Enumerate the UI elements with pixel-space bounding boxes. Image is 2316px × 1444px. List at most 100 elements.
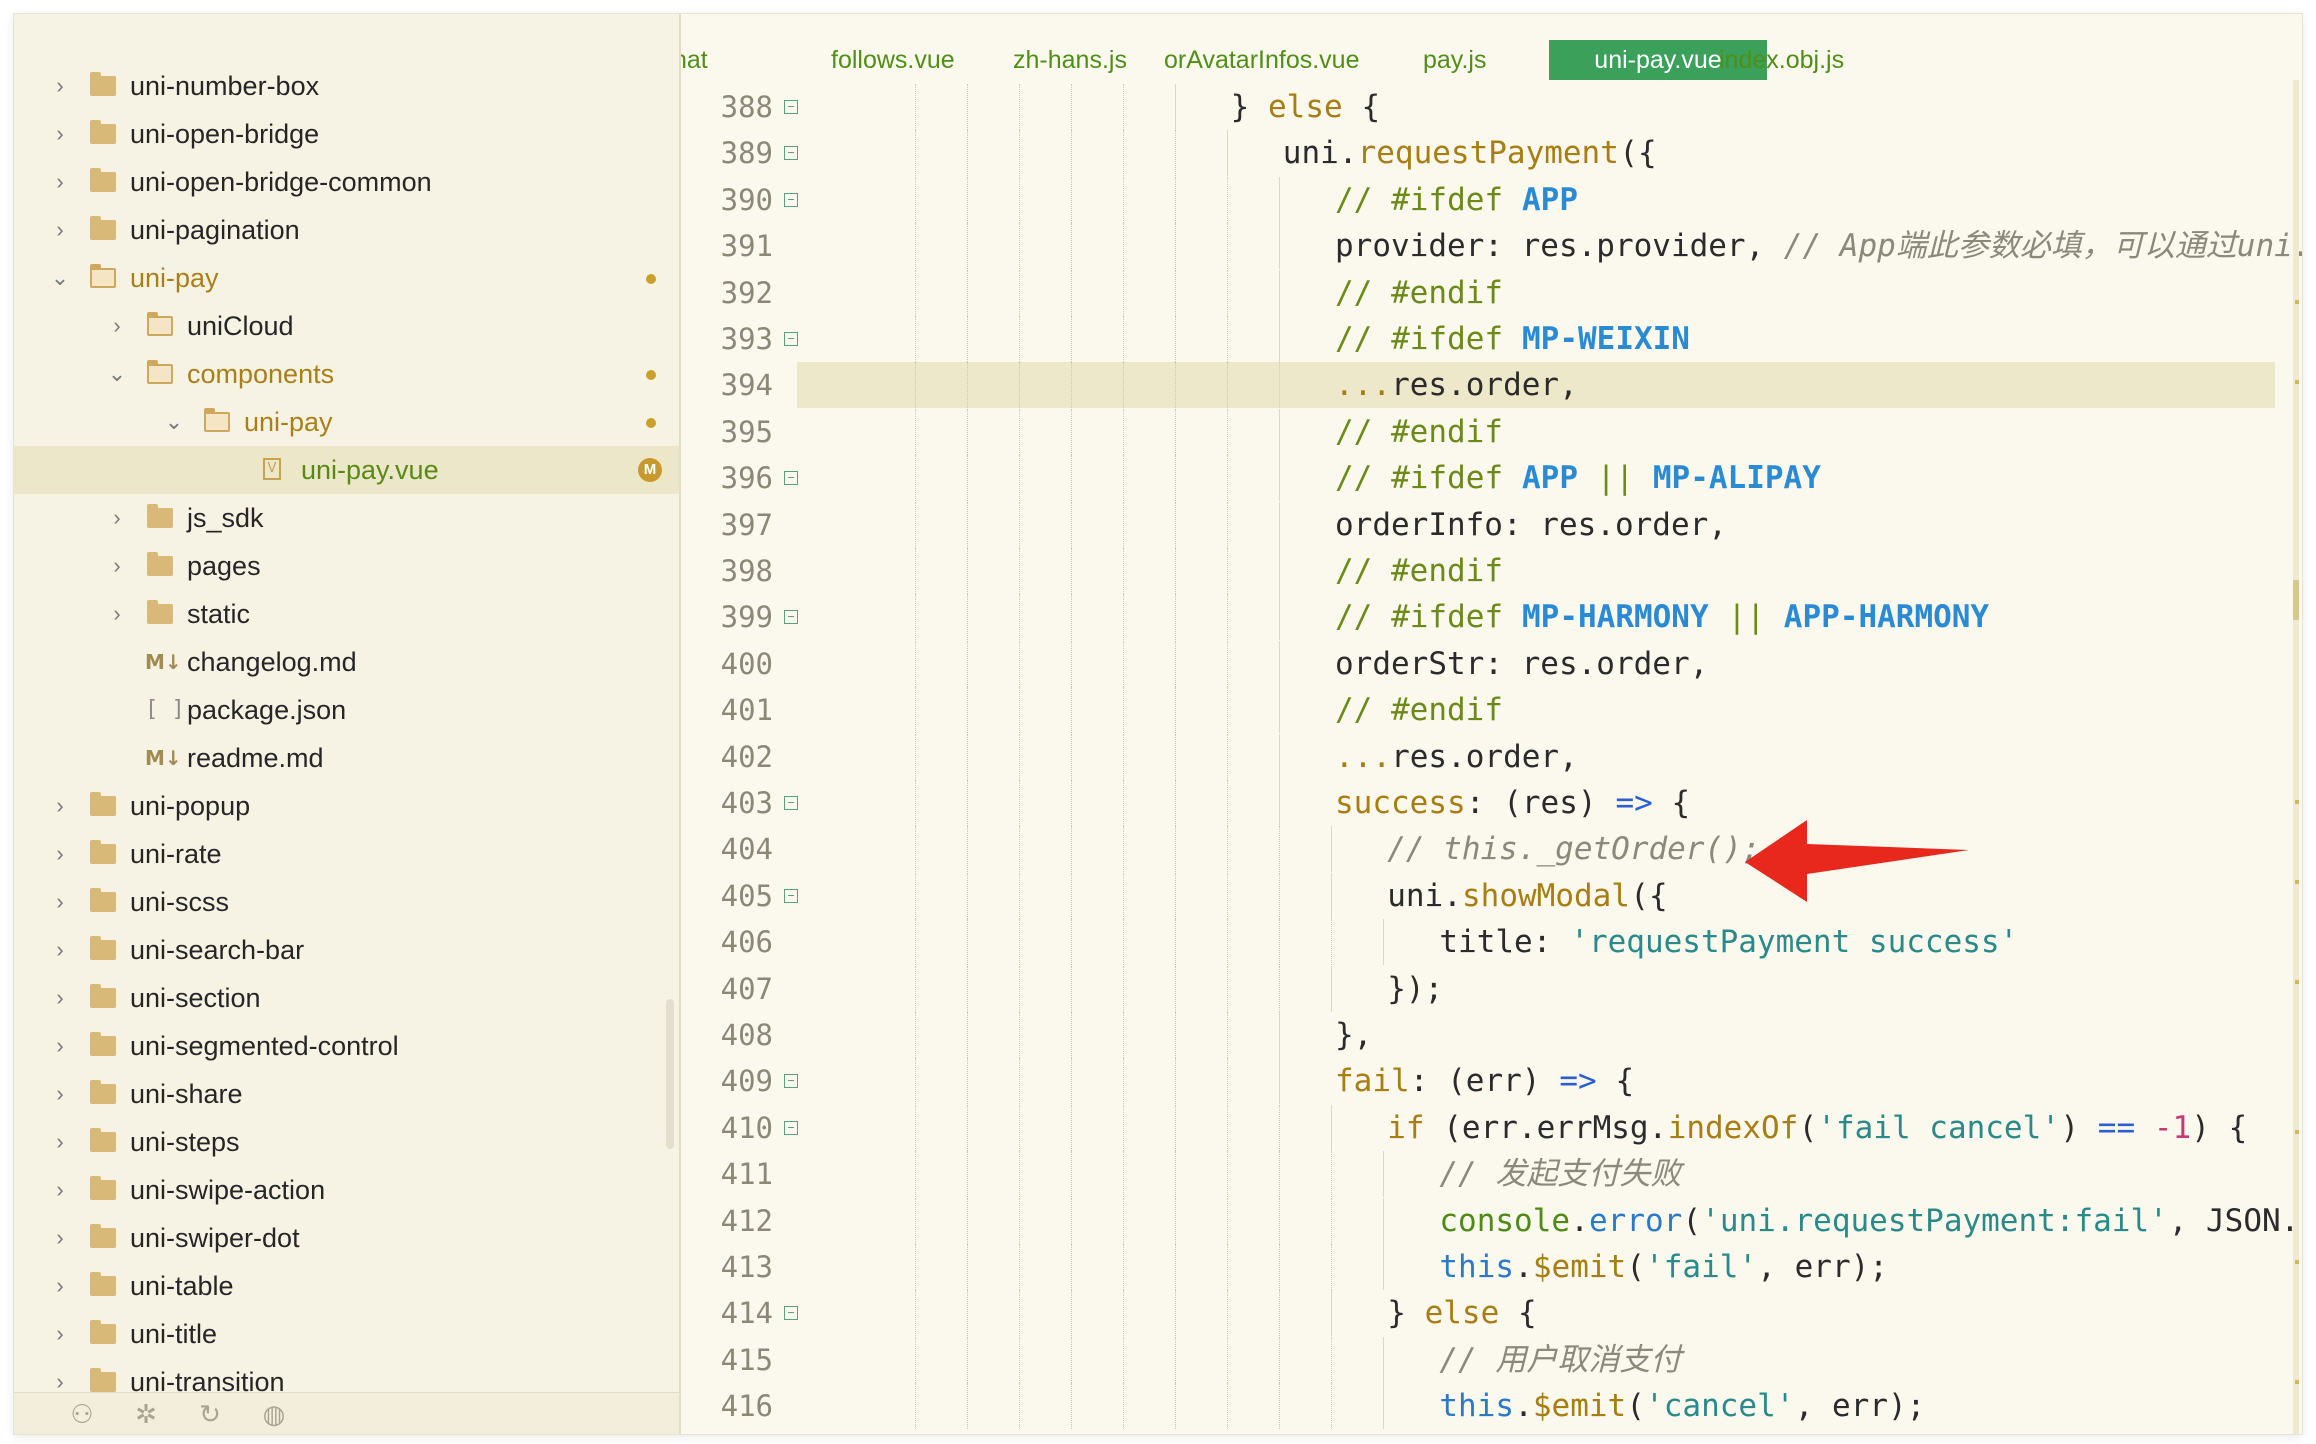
chevron-right-icon[interactable]: ›: [48, 974, 72, 1022]
code-line[interactable]: 398 // #endif: [681, 548, 2302, 594]
code-line[interactable]: 411 // 发起支付失败: [681, 1151, 2302, 1198]
chevron-right-icon[interactable]: ›: [48, 1022, 72, 1070]
chevron-right-icon[interactable]: ›: [105, 494, 129, 542]
tree-item[interactable]: › uni-search-bar: [14, 926, 679, 974]
code-line[interactable]: 409 fail: (err) => {: [681, 1058, 2302, 1105]
tree-item[interactable]: › uni-swipe-action: [14, 1166, 679, 1214]
code-line[interactable]: 394... res.order,: [681, 362, 2302, 409]
chevron-right-icon[interactable]: ›: [48, 1070, 72, 1118]
code-line[interactable]: 395 // #endif: [681, 408, 2302, 455]
tree-item[interactable]: ⌄ uni-pay: [14, 254, 679, 302]
chevron-right-icon[interactable]: ›: [48, 158, 72, 206]
chevron-right-icon[interactable]: ›: [48, 206, 72, 254]
fold-toggle-icon[interactable]: [784, 1074, 798, 1089]
tree-item[interactable]: M↓ changelog.md: [14, 638, 679, 686]
editor-tab[interactable]: pay.js: [1423, 40, 1486, 80]
refresh-icon[interactable]: ↻: [194, 1399, 226, 1429]
chevron-right-icon[interactable]: ›: [48, 830, 72, 878]
fold-toggle-icon[interactable]: [784, 1120, 798, 1135]
tree-item[interactable]: › uni-number-box: [14, 62, 679, 110]
tree-item[interactable]: › uni-scss: [14, 878, 679, 926]
code-line[interactable]: 392 // #endif: [681, 269, 2302, 316]
tree-item[interactable]: › js_sdk: [14, 494, 679, 542]
editor-tab[interactable]: zh-hans.js: [1013, 40, 1127, 80]
code-line[interactable]: 397 orderInfo: res.order,: [681, 501, 2302, 548]
bug-icon[interactable]: ✲: [130, 1399, 162, 1429]
tree-item[interactable]: › uni-steps: [14, 1118, 679, 1166]
editor-tab[interactable]: orAvatarInfos.vue: [1164, 40, 1359, 80]
fold-toggle-icon[interactable]: [784, 332, 798, 346]
tree-item[interactable]: ⌄ components: [14, 350, 679, 398]
tree-item[interactable]: › uni-rate: [14, 830, 679, 878]
fold-toggle-icon[interactable]: [784, 610, 798, 625]
tree-item[interactable]: › uni-table: [14, 1262, 679, 1310]
chevron-right-icon[interactable]: ›: [48, 62, 72, 110]
tree-item[interactable]: › uniCloud: [14, 302, 679, 350]
code-line[interactable]: 403 success: (res) => {: [681, 780, 2302, 826]
code-area[interactable]: 388} else {389 uni. requestPayment({390// …: [681, 80, 2302, 1434]
tree-item[interactable]: › uni-swiper-dot: [14, 1214, 679, 1262]
code-line[interactable]: 400 orderStr: res.order,: [681, 640, 2302, 687]
code-line[interactable]: 391 provider: res.provider, // App端此参数必填，…: [681, 223, 2302, 270]
tree-item[interactable]: uni-pay.vue M: [14, 446, 679, 494]
code-line[interactable]: 413 this. $emit('fail', err);: [681, 1244, 2302, 1290]
tree-item[interactable]: › uni-segmented-control: [14, 1022, 679, 1070]
code-line[interactable]: 390 // #ifdef APP: [681, 176, 2302, 223]
fold-toggle-icon[interactable]: [784, 1306, 798, 1321]
overview-ruler-thumb[interactable]: [2293, 580, 2299, 620]
editor-tab[interactable]: follows.vue: [831, 40, 955, 80]
code-line[interactable]: 407});: [681, 965, 2302, 1012]
chevron-right-icon[interactable]: ›: [48, 1310, 72, 1358]
tree-item[interactable]: › uni-share: [14, 1070, 679, 1118]
tree-item[interactable]: › uni-pagination: [14, 206, 679, 254]
code-line[interactable]: 399 // #ifdef MP-HARMONY || APP-HARMONY: [681, 594, 2302, 641]
chevron-right-icon[interactable]: ›: [48, 1118, 72, 1166]
code-line[interactable]: 402... res.order,: [681, 733, 2302, 780]
code-line[interactable]: 415 // 用户取消支付: [681, 1336, 2302, 1383]
editor-tab[interactable]: index.obj.js: [1719, 40, 1844, 80]
code-line[interactable]: 404 // this._getOrder();: [681, 826, 2302, 873]
code-editor[interactable]: hat follows.vue zh-hans.js orAvatarInfos.vu…: [681, 14, 2302, 1434]
fold-toggle-icon[interactable]: [784, 888, 798, 903]
chevron-down-icon[interactable]: ⌄: [162, 398, 186, 446]
code-line[interactable]: 412 console. error('uni.requestPayment:fai…: [681, 1197, 2302, 1244]
code-line[interactable]: 406 title: 'requestPayment success': [681, 919, 2302, 966]
fold-toggle-icon[interactable]: [784, 146, 798, 161]
code-line[interactable]: 414} else {: [681, 1290, 2302, 1337]
code-line[interactable]: 401 // #endif: [681, 687, 2302, 734]
chevron-right-icon[interactable]: ›: [48, 926, 72, 974]
globe-icon[interactable]: ◍: [258, 1399, 290, 1429]
code-line[interactable]: 393 // #ifdef MP-WEIXIN: [681, 316, 2302, 362]
tree-item[interactable]: › uni-title: [14, 1310, 679, 1358]
code-line[interactable]: 416 this. $emit('cancel', err);: [681, 1383, 2302, 1430]
chevron-right-icon[interactable]: ›: [48, 110, 72, 158]
chevron-right-icon[interactable]: ›: [105, 542, 129, 590]
tree-item[interactable]: ⌄ uni-pay: [14, 398, 679, 446]
tree-item[interactable]: › static: [14, 590, 679, 638]
overview-ruler[interactable]: [2277, 80, 2302, 1434]
editor-tab[interactable]: hat: [681, 40, 708, 80]
code-line[interactable]: 389 uni. requestPayment({: [681, 130, 2302, 177]
code-line[interactable]: 410 if (err.errMsg. indexOf('fail cancel')…: [681, 1104, 2302, 1151]
fold-toggle-icon[interactable]: [784, 471, 798, 486]
chevron-right-icon[interactable]: ›: [48, 782, 72, 830]
chevron-right-icon[interactable]: ›: [48, 1214, 72, 1262]
chevron-right-icon[interactable]: ›: [105, 590, 129, 638]
sidebar-scrollbar[interactable]: [666, 999, 674, 1149]
code-line[interactable]: 408},: [681, 1012, 2302, 1058]
fold-toggle-icon[interactable]: [784, 100, 798, 114]
tree-item[interactable]: › uni-open-bridge-common: [14, 158, 679, 206]
chevron-right-icon[interactable]: ›: [105, 302, 129, 350]
tree-item[interactable]: › pages: [14, 542, 679, 590]
tree-item[interactable]: › uni-popup: [14, 782, 679, 830]
tree-item[interactable]: › uni-section: [14, 974, 679, 1022]
code-line[interactable]: 388} else {: [681, 84, 2302, 130]
code-line[interactable]: 396 // #ifdef APP || MP-ALIPAY: [681, 455, 2302, 502]
binoculars-icon[interactable]: ⚇: [66, 1399, 98, 1429]
tree-item[interactable]: M↓ readme.md: [14, 734, 679, 782]
chevron-right-icon[interactable]: ›: [48, 878, 72, 926]
tree-item[interactable]: [ ] package.json: [14, 686, 679, 734]
chevron-down-icon[interactable]: ⌄: [48, 254, 72, 302]
code-line[interactable]: 405 uni. showModal({: [681, 872, 2302, 919]
chevron-right-icon[interactable]: ›: [48, 1166, 72, 1214]
